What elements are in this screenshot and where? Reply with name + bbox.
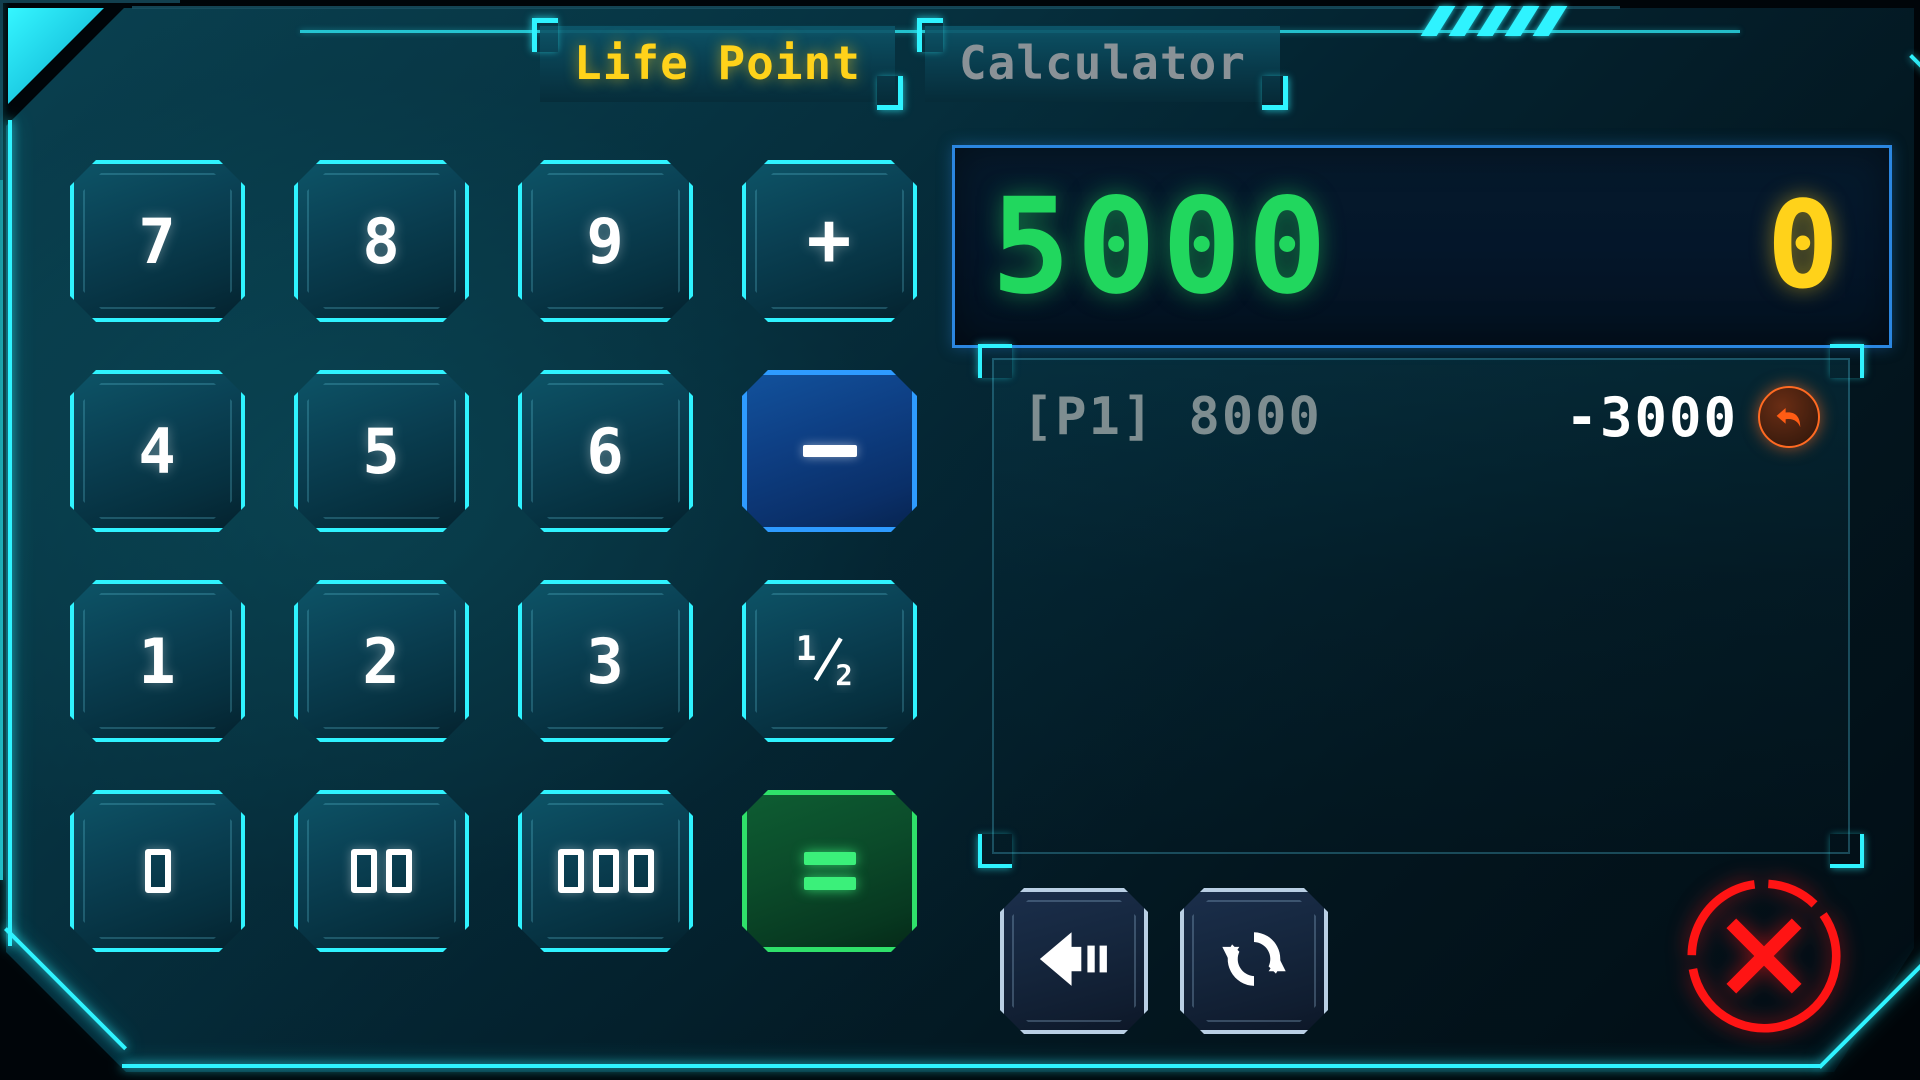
key-half[interactable]: 1 2 (742, 580, 917, 742)
plus-icon: + (806, 197, 853, 284)
svg-text:2: 2 (835, 658, 853, 692)
refresh-cycle-icon (1215, 920, 1293, 1002)
key-5-label: 5 (362, 414, 401, 488)
frame-rail-top (132, 6, 1620, 9)
reset-button[interactable] (1180, 888, 1328, 1034)
tab-life-point[interactable]: Life Point (532, 18, 903, 110)
tab-life-point-label: Life Point (574, 36, 861, 90)
history-log-list: [P1] 8000 -3000 (992, 358, 1850, 454)
history-log-panel[interactable]: [P1] 8000 -3000 (978, 344, 1864, 868)
key-7[interactable]: 7 (70, 160, 245, 322)
action-button-row (1000, 888, 1328, 1034)
tab-bar: Life Point Calculator (532, 18, 1288, 110)
keypad: 7 8 9 + 4 5 6 1 2 3 1 2 (70, 160, 917, 952)
display-entry-value: 0 (1766, 176, 1843, 316)
key-1[interactable]: 1 (70, 580, 245, 742)
key-1-label: 1 (138, 624, 177, 698)
key-000[interactable] (518, 790, 693, 952)
key-7-label: 7 (138, 204, 177, 278)
display-total-value: 5000 (991, 169, 1333, 324)
log-entry-label: [P1] 8000 (1022, 387, 1322, 447)
key-0[interactable] (70, 790, 245, 952)
key-plus[interactable]: + (742, 160, 917, 322)
key-00[interactable] (294, 790, 469, 952)
triple-zero-glyph-icon (558, 849, 654, 893)
key-8[interactable]: 8 (294, 160, 469, 322)
display-readout: 5000 0 (952, 145, 1892, 348)
log-entry-right: -3000 (1565, 386, 1820, 449)
zero-glyph-icon (145, 849, 171, 893)
log-entry-delta: -3000 (1565, 385, 1738, 449)
svg-text:1: 1 (795, 629, 816, 669)
key-2[interactable]: 2 (294, 580, 469, 742)
hash-marks-decor-icon (1420, 6, 1660, 36)
minus-icon (803, 445, 857, 457)
app-window: Life Point Calculator 7 8 9 + 4 5 6 1 2 … (0, 0, 1920, 1080)
equals-icon (804, 852, 856, 890)
list-item: [P1] 8000 -3000 (1022, 380, 1820, 454)
backspace-arrow-icon (1035, 920, 1113, 1002)
backspace-button[interactable] (1000, 888, 1148, 1034)
key-3-label: 3 (586, 624, 625, 698)
key-6[interactable]: 6 (518, 370, 693, 532)
half-fraction-icon: 1 2 (794, 629, 866, 693)
undo-arrow-icon[interactable] (1758, 386, 1820, 448)
key-4-label: 4 (138, 414, 177, 488)
key-9[interactable]: 9 (518, 160, 693, 322)
key-minus[interactable] (742, 370, 917, 532)
hash-mark (1532, 6, 1568, 36)
frame-corner-line-top-left (0, 0, 180, 180)
tab-calculator-label: Calculator (958, 36, 1246, 90)
key-6-label: 6 (586, 414, 625, 488)
key-5[interactable]: 5 (294, 370, 469, 532)
key-9-label: 9 (586, 204, 625, 278)
key-8-label: 8 (362, 204, 401, 278)
key-4[interactable]: 4 (70, 370, 245, 532)
close-x-circle-icon (1678, 870, 1850, 1046)
key-3[interactable]: 3 (518, 580, 693, 742)
key-2-label: 2 (362, 624, 401, 698)
double-zero-glyph-icon (351, 849, 412, 893)
tab-calculator[interactable]: Calculator (916, 18, 1288, 110)
key-equals[interactable] (742, 790, 917, 952)
close-button[interactable] (1678, 872, 1850, 1044)
